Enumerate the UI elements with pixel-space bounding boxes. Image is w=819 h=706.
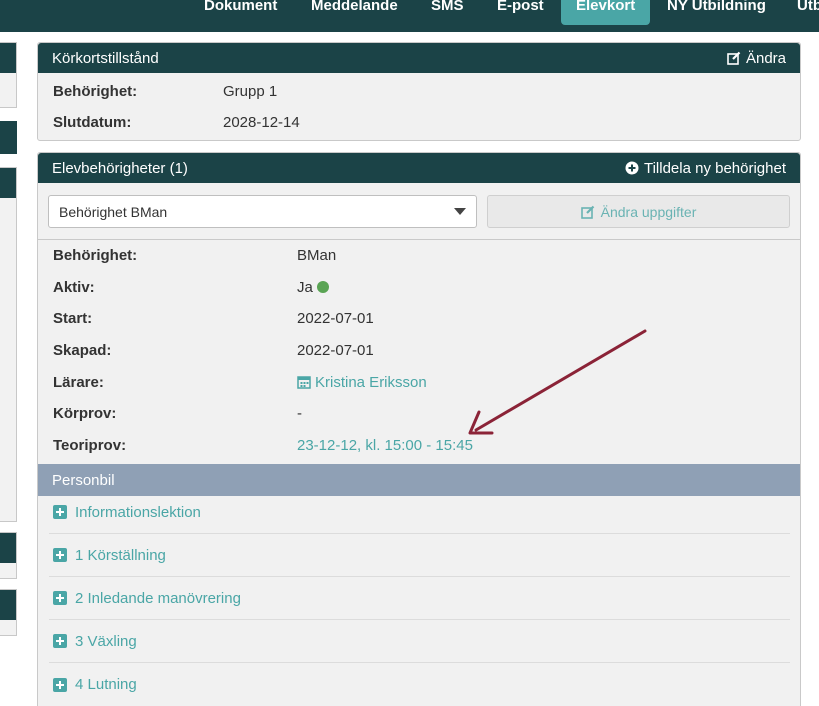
license-edit-button[interactable]: Ändra [727,50,786,67]
field-value: 2022-07-01 [297,309,374,327]
field-label: Slutdatum: [53,113,132,131]
lesson-item[interactable]: Informationslektion [49,491,790,534]
chevron-down-icon [454,208,466,215]
field-label: Aktiv: [53,278,95,296]
license-panel: Körkortstillstånd Ändra Behörighet: Grup… [37,42,801,141]
field-label: Start: [53,309,93,327]
plus-square-icon [53,677,67,692]
license-panel-title: Körkortstillstånd [52,49,159,67]
field-label: Körprov: [53,404,117,422]
license-panel-header: Körkortstillstånd Ändra [38,43,800,73]
plus-circle-icon [625,161,639,175]
tab-sms[interactable]: SMS [431,0,464,25]
plus-square-icon [53,591,67,605]
field-value: Grupp 1 [223,82,278,100]
row-skapad: Skapad: 2022-07-01 [53,340,374,360]
field-label: Behörighet: [53,246,138,264]
left-panel-4 [0,532,17,579]
lesson-label: 3 Växling [75,632,137,650]
row-start: Start: 2022-07-01 [53,308,374,328]
plus-square-icon [53,548,67,562]
calendar-icon [297,375,311,389]
field-value: - [297,404,302,422]
license-edit-label: Ändra [745,49,786,67]
lesson-label: 2 Inledande manövrering [75,589,241,607]
add-authorization-label: Tilldela ny behörighet [643,159,786,177]
field-value: 2028-12-14 [223,113,300,131]
field-label: Lärare: [53,373,104,391]
field-label: Behörighet: [53,82,138,100]
left-panel-2 [0,121,17,154]
status-dot-icon [316,280,329,293]
edit-details-button[interactable]: Ändra uppgifter [487,195,790,228]
license-row-behorighet: Behörighet: Grupp 1 [53,81,277,101]
row-behorighet: Behörighet: BMan [53,245,336,265]
field-label: Skapad: [53,341,112,359]
plus-square-icon [53,634,67,648]
edit-details-label: Ändra uppgifter [600,203,697,220]
authorization-select-value: Behörighet BMan [59,203,168,220]
teacher-link[interactable]: Kristina Eriksson [297,374,427,391]
tab-meddelande[interactable]: Meddelande [311,0,398,25]
teacher-name: Kristina Eriksson [315,373,427,391]
tab-elevkort[interactable]: Elevkort [561,0,651,25]
field-value: 2022-07-01 [297,341,374,359]
student-auth-title: Elevbehörigheter (1) [52,159,188,177]
row-korprov: Körprov: - [53,403,302,423]
tab-dokument[interactable]: Dokument [204,0,277,25]
lesson-label: 4 Lutning [75,676,137,693]
add-authorization-button[interactable]: Tilldela ny behörighet [625,160,786,177]
field-value: BMan [297,246,337,264]
left-panel-5 [0,589,17,636]
edit-icon [727,51,741,65]
tab-utb[interactable]: Utb [797,0,819,25]
row-aktiv: Aktiv: Ja [53,277,329,297]
tab-ny-utbildning[interactable]: NY Utbildning [667,0,766,25]
lesson-label: Informationslektion [75,503,201,521]
lesson-item[interactable]: 2 Inledande manövrering [49,577,790,620]
plus-square-icon [53,505,67,519]
lesson-item[interactable]: 4 Lutning [49,663,790,706]
field-value: Ja [297,278,313,296]
top-navigation: Dokument Meddelande SMS E-post Elevkort … [0,0,819,32]
lesson-item[interactable]: 3 Växling [49,620,790,663]
theory-test-link[interactable]: 23-12-12, kl. 15:00 - 15:45 [297,437,473,454]
left-panel-1 [0,42,17,108]
lesson-item[interactable]: 1 Körställning [49,534,790,577]
edit-icon [580,205,594,219]
authorization-select[interactable]: Behörighet BMan [48,195,477,228]
lesson-label: 1 Körställning [75,546,166,564]
license-row-slutdatum: Slutdatum: 2028-12-14 [53,112,300,132]
student-auth-panel: Elevbehörigheter (1) Tilldela ny behörig… [37,152,801,706]
divider [38,239,800,240]
row-larare: Lärare: Kristina Eriksson [53,372,427,392]
left-panel-3 [0,167,17,522]
student-auth-header: Elevbehörigheter (1) Tilldela ny behörig… [38,153,800,183]
field-label: Teoriprov: [53,436,127,454]
section-title: Personbil [52,471,115,489]
tab-e-post[interactable]: E-post [497,0,544,25]
row-teoriprov: Teoriprov: 23-12-12, kl. 15:00 - 15:45 [53,435,473,455]
active-value: Ja [297,279,329,296]
